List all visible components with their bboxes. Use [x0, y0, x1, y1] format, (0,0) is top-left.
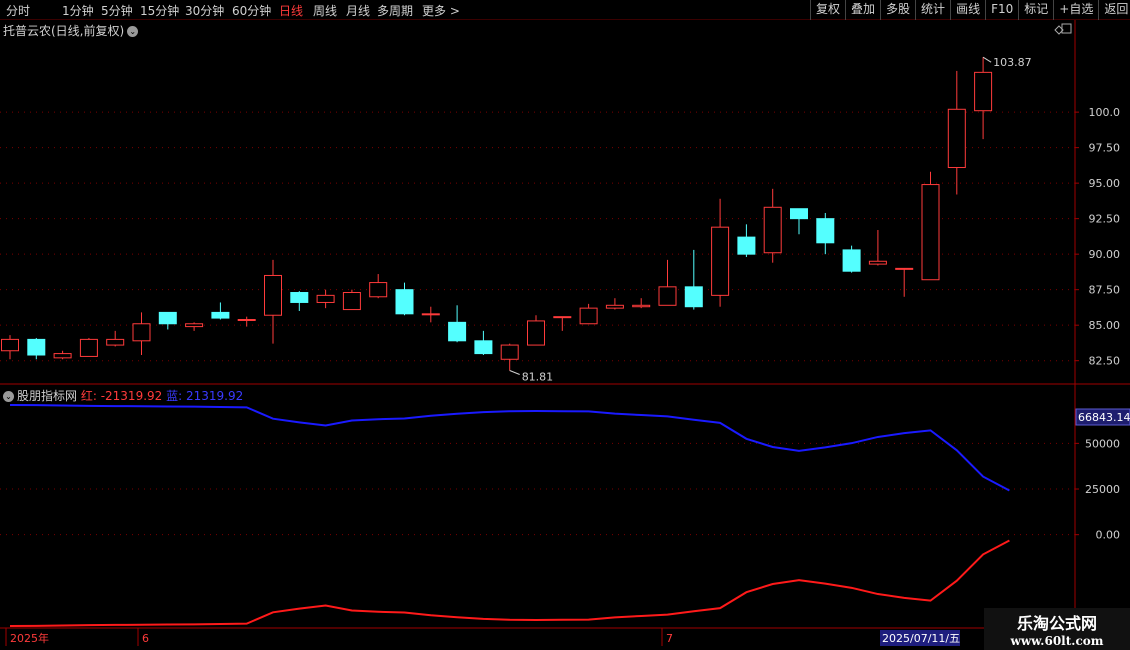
- candle-body: [211, 311, 230, 319]
- y-tick-label: 90.00: [1089, 248, 1121, 261]
- y-tick-label-sub: 50000: [1085, 437, 1120, 450]
- blue-line-value: 蓝: 21319.92: [166, 389, 244, 403]
- candle-body: [1, 338, 19, 352]
- candle-body: [658, 286, 677, 306]
- y-tick-label: 100.0: [1089, 106, 1121, 119]
- y-tick-label-sub: 0.00: [1096, 529, 1121, 542]
- candle-body: [79, 338, 98, 357]
- candle-body: [605, 304, 624, 309]
- indicator-name: 股朋指标网: [17, 389, 78, 403]
- candle-body: [27, 338, 46, 356]
- chart-area[interactable]: 100.0 97.50 95.00 92.50 90.00 87.50 85.00 82.50…: [0, 0, 1130, 650]
- y-tick-label: 95.00: [1089, 177, 1121, 190]
- watermark: 乐淘公式网 www.60lt.com: [984, 608, 1130, 650]
- candle-body: [737, 236, 756, 255]
- candle-body: [185, 323, 204, 328]
- candle-body: [132, 323, 151, 342]
- red-line-value: 红: -21319.92: [80, 389, 163, 403]
- panel-toggle-icon: [1061, 23, 1072, 34]
- candle-body: [842, 249, 861, 272]
- high-arrow: [982, 56, 992, 63]
- candle-body: [763, 206, 782, 254]
- red-series-line: [9, 539, 1010, 627]
- high-price-label: 103.87: [993, 56, 1032, 69]
- candle-body: [53, 353, 72, 359]
- candle-body: [342, 292, 361, 311]
- y-tick-label: 85.00: [1089, 319, 1121, 332]
- indicator-title: ⌄ 股朋指标网 红: -21319.92 蓝: 21319.92: [3, 387, 243, 404]
- blue-series-line: [9, 404, 1010, 492]
- candle-body: [527, 320, 545, 346]
- watermark-url: www.60lt.com: [1010, 634, 1104, 648]
- candle-body: [316, 294, 335, 303]
- y-tick-label: 82.50: [1089, 355, 1121, 368]
- watermark-name: 乐淘公式网: [1016, 614, 1097, 633]
- candle-body: [947, 108, 966, 169]
- low-price-label: 81.81: [522, 370, 554, 383]
- candle-body: [790, 208, 808, 220]
- candle-body: [974, 71, 993, 112]
- candle-body: [237, 319, 256, 322]
- candle-body: [895, 267, 914, 270]
- date-label: 6: [142, 632, 149, 645]
- current-value-label: 66843.14: [1078, 411, 1130, 424]
- y-tick-label-sub: 25000: [1085, 483, 1120, 496]
- candle-body: [158, 311, 177, 325]
- candle-body: [421, 313, 440, 316]
- candle-body: [868, 260, 887, 265]
- candle-body: [632, 304, 651, 308]
- y-tick-label: 97.50: [1089, 142, 1121, 155]
- candle-body: [106, 338, 125, 346]
- y-tick-label: 87.50: [1089, 284, 1121, 297]
- current-date-label: 2025/07/11/五: [882, 632, 960, 645]
- y-tick-label: 92.50: [1089, 213, 1121, 226]
- candle-body: [264, 274, 282, 316]
- candle-body: [684, 286, 703, 308]
- candle-body: [369, 282, 388, 298]
- candle-body: [500, 344, 519, 360]
- candle-body: [816, 218, 835, 244]
- date-label: 2025年: [10, 631, 49, 645]
- candle-body: [290, 292, 309, 303]
- candle-body: [921, 184, 940, 281]
- candle-body: [448, 321, 467, 342]
- candle-body: [474, 340, 493, 355]
- date-label: 7: [666, 632, 673, 645]
- chevron-down-icon[interactable]: ⌄: [3, 391, 14, 402]
- low-arrow: [509, 370, 520, 375]
- candle-body: [395, 289, 414, 315]
- candle-body: [553, 316, 572, 319]
- candle-body: [711, 226, 730, 296]
- candle-body: [579, 307, 598, 325]
